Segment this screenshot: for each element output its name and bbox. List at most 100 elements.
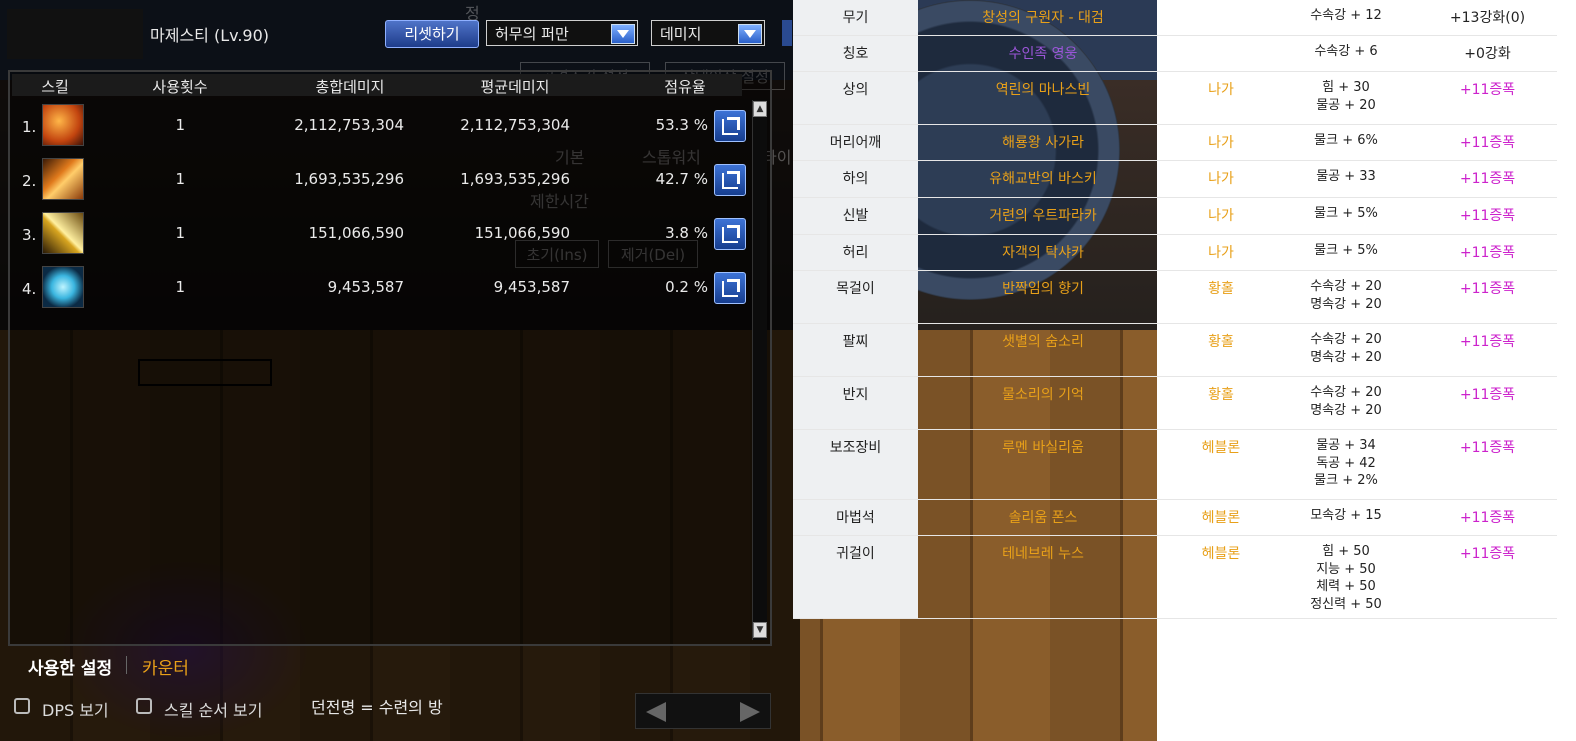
equipment-option: 체력 + 50 bbox=[1316, 579, 1376, 594]
equipment-name: 반짝임의 향기 bbox=[1002, 281, 1084, 297]
equipment-enhance: +11증폭 bbox=[1459, 82, 1516, 98]
equipment-option: 수속강 + 20 bbox=[1310, 332, 1382, 347]
equipment-options: 물크 + 5% bbox=[1274, 242, 1418, 260]
equipment-set: 헤블론 bbox=[1201, 510, 1241, 526]
row-count: 1 bbox=[175, 224, 185, 242]
share-button[interactable] bbox=[714, 164, 746, 196]
equipment-enhance: +11증폭 bbox=[1459, 135, 1516, 151]
equipment-option: 독공 + 42 bbox=[1316, 455, 1376, 471]
header-total: 총합데미지 bbox=[315, 78, 385, 96]
mode-dropdown-value: 허무의 퍼만 bbox=[495, 25, 569, 43]
equipment-name: 해룡왕 사가라 bbox=[1002, 135, 1084, 151]
prev-arrow-icon[interactable] bbox=[646, 702, 666, 722]
equipment-name: 테네브레 누스 bbox=[1002, 546, 1084, 562]
share-button[interactable] bbox=[714, 272, 746, 304]
tab-counter[interactable]: 카운터 bbox=[142, 654, 189, 679]
equipment-row: 하의 유해교반의 바스키 나가 물공 + 33 +11증폭 bbox=[793, 161, 1557, 198]
equipment-set: 나가 bbox=[1208, 135, 1234, 151]
row-share: 42.7 % bbox=[655, 170, 708, 188]
reset-button[interactable]: 리셋하기 bbox=[385, 20, 479, 48]
equipment-option: 물공 + 20 bbox=[1316, 97, 1376, 113]
equipment-name: 물소리의 기억 bbox=[1002, 387, 1084, 403]
equipment-slot-label: 무기 bbox=[842, 10, 869, 26]
row-share: 3.8 % bbox=[665, 224, 708, 242]
equipment-enhance: +11증폭 bbox=[1459, 334, 1516, 350]
equipment-enhance: +11증폭 bbox=[1459, 387, 1516, 403]
scroll-down-icon[interactable]: ▼ bbox=[753, 622, 767, 638]
equipment-option: 명속강 + 20 bbox=[1310, 402, 1382, 418]
empty-box bbox=[138, 359, 272, 386]
dps-checkbox[interactable] bbox=[14, 698, 30, 714]
skill-icon-4 bbox=[42, 266, 84, 308]
equipment-option: 물크 + 5% bbox=[1314, 206, 1378, 221]
equipment-enhance: +0강화 bbox=[1464, 46, 1511, 62]
tab-used-settings[interactable]: 사용한 설정 bbox=[28, 654, 112, 679]
row-average: 9,453,587 bbox=[493, 278, 570, 296]
equipment-slot-label: 칭호 bbox=[842, 46, 869, 62]
equipment-set: 헤블론 bbox=[1201, 546, 1241, 562]
equipment-options: 물공 + 34 독공 + 42 물크 + 2% bbox=[1274, 437, 1418, 490]
row-total: 9,453,587 bbox=[327, 278, 404, 296]
row-share: 53.3 % bbox=[655, 116, 708, 134]
row-count: 1 bbox=[175, 170, 185, 188]
equipment-set: 나가 bbox=[1208, 208, 1234, 224]
skill-icon-2 bbox=[42, 158, 84, 200]
share-button[interactable] bbox=[714, 218, 746, 250]
equipment-slot: 머리어깨 bbox=[793, 125, 918, 160]
censored-block bbox=[7, 9, 143, 59]
sort-dropdown[interactable]: 데미지 bbox=[651, 20, 765, 46]
equipment-row: 팔찌 샛별의 숨소리 황홀 수속강 + 20 명속강 + 20 +11증폭 bbox=[793, 324, 1557, 377]
equipment-row: 반지 물소리의 기억 황홀 수속강 + 20 명속강 + 20 +11증폭 bbox=[793, 377, 1557, 430]
equipment-name: 자객의 탁샤카 bbox=[1002, 245, 1084, 261]
scrollbar[interactable] bbox=[752, 100, 767, 640]
equipment-set: 황홀 bbox=[1208, 334, 1234, 350]
equipment-enhance: +11증폭 bbox=[1459, 546, 1516, 562]
chevron-down-icon bbox=[611, 24, 635, 44]
skill-table-frame bbox=[8, 70, 772, 646]
equipment-slot: 칭호 bbox=[793, 36, 918, 71]
chevron-down-icon bbox=[738, 24, 762, 44]
equipment-slot-label: 상의 bbox=[842, 82, 869, 98]
equipment-enhance: +11증폭 bbox=[1459, 510, 1516, 526]
scroll-up-icon[interactable]: ▲ bbox=[753, 101, 767, 117]
equipment-row: 신발 거련의 우트파라카 나가 물크 + 5% +11증폭 bbox=[793, 198, 1557, 235]
equipment-slot-label: 보조장비 bbox=[829, 440, 882, 456]
equipment-name: 솔리움 폰스 bbox=[1008, 510, 1078, 526]
equipment-set: 헤블론 bbox=[1201, 440, 1241, 456]
equipment-option: 물크 + 5% bbox=[1314, 243, 1378, 258]
equipment-slot-label: 허리 bbox=[842, 245, 869, 261]
dps-panel: 마제스티 (Lv.90) 정 리셋하기 허무의 퍼만 데미지 공격조건 설정 상… bbox=[0, 0, 800, 741]
row-count: 1 bbox=[175, 116, 185, 134]
row-rank: 3. bbox=[22, 226, 37, 244]
row-rank: 2. bbox=[22, 172, 37, 190]
skill-order-checkbox[interactable] bbox=[136, 698, 152, 714]
equipment-options: 물크 + 6% bbox=[1274, 132, 1418, 150]
equipment-slot-label: 머리어깨 bbox=[829, 135, 882, 151]
equipment-enhance: +13강화(0) bbox=[1449, 10, 1526, 26]
equipment-enhance: +11증폭 bbox=[1459, 208, 1516, 224]
equipment-row: 무기 창성의 구원자 - 대검 수속강 + 12 +13강화(0) bbox=[793, 0, 1557, 36]
equipment-slot: 하의 bbox=[793, 161, 918, 197]
row-total: 2,112,753,304 bbox=[294, 116, 404, 134]
edge-button[interactable] bbox=[782, 20, 792, 46]
mode-dropdown[interactable]: 허무의 퍼만 bbox=[486, 20, 638, 46]
header-share: 점유율 bbox=[664, 78, 706, 96]
equipment-row: 칭호 수인족 영웅 수속강 + 6 +0강화 bbox=[793, 36, 1557, 72]
equipment-slot: 마법석 bbox=[793, 500, 918, 535]
equipment-set: 나가 bbox=[1208, 171, 1234, 187]
equipment-options: 힘 + 30 물공 + 20 bbox=[1274, 79, 1418, 114]
equipment-row: 상의 역린의 마나스빈 나가 힘 + 30 물공 + 20 +11증폭 bbox=[793, 72, 1557, 125]
equipment-slot: 상의 bbox=[793, 72, 918, 124]
equipment-options: 수속강 + 20 명속강 + 20 bbox=[1274, 384, 1418, 419]
equipment-options: 힘 + 50 지능 + 50 체력 + 50 정신력 + 50 bbox=[1274, 543, 1418, 613]
tab-divider bbox=[126, 656, 127, 674]
equipment-options: 수속강 + 12 bbox=[1274, 7, 1418, 25]
equipment-set: 황홀 bbox=[1208, 281, 1234, 297]
equipment-set: 나가 bbox=[1208, 245, 1234, 261]
share-button[interactable] bbox=[714, 110, 746, 142]
equipment-enhance: +11증폭 bbox=[1459, 245, 1516, 261]
character-name: 마제스티 (Lv.90) bbox=[150, 26, 270, 45]
equipment-option: 정신력 + 50 bbox=[1310, 596, 1382, 612]
next-arrow-icon[interactable] bbox=[740, 702, 760, 722]
equipment-row: 보조장비 루멘 바실리움 헤블론 물공 + 34 독공 + 42 물크 + 2% +11증폭 bbox=[793, 430, 1557, 500]
